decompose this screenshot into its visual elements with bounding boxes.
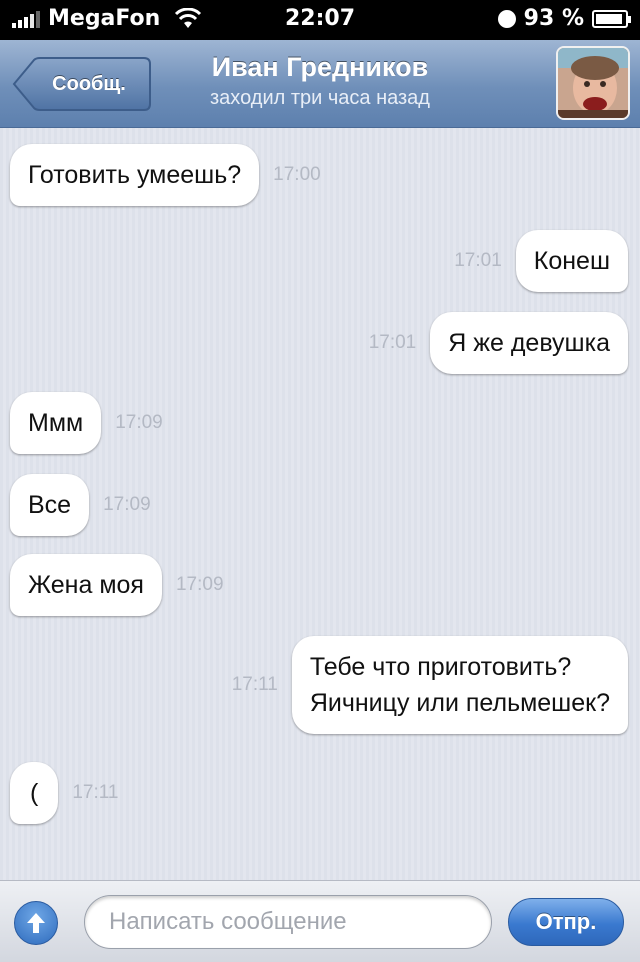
message-outgoing: Конеш 17:01 — [454, 230, 628, 292]
message-time: 17:09 — [103, 494, 151, 515]
message-outgoing: Я же девушка 17:01 — [369, 312, 628, 374]
message-bubble[interactable]: Ммм — [10, 392, 102, 454]
message-bubble[interactable]: Я же девушка — [430, 312, 628, 374]
input-bar: Написать сообщение Отпр. — [0, 880, 640, 962]
message-incoming: Ммм 17:09 — [10, 392, 163, 454]
rotation-lock-icon — [497, 9, 516, 28]
message-time: 17:01 — [368, 332, 417, 353]
message-incoming: ( 17:11 — [10, 762, 118, 824]
back-button-label: Сообщ. — [52, 72, 126, 95]
message-time: 17:01 — [454, 250, 502, 271]
avatar[interactable] — [556, 46, 630, 120]
battery-fill — [596, 13, 623, 24]
message-incoming: Все 17:09 — [10, 474, 151, 536]
message-time: 17:11 — [72, 782, 119, 803]
battery-percent: 93 % — [523, 6, 584, 31]
message-incoming: Жена моя 17:09 — [10, 554, 224, 616]
nav-bar: Сообщ. Иван Гредников заходил три часа н… — [0, 40, 640, 128]
message-time: 17:11 — [231, 674, 278, 695]
message-bubble[interactable]: Жена моя — [10, 554, 162, 616]
back-button[interactable]: Сообщ. — [12, 56, 152, 112]
message-incoming: Готовить умеешь? 17:00 — [10, 144, 321, 206]
message-bubble[interactable]: Тебе что приготовить? Яичницу или пельме… — [291, 636, 628, 734]
nav-title: Иван Гредников заходил три часа назад — [150, 52, 490, 110]
message-time: 17:09 — [175, 574, 224, 595]
status-bar: MegaFon 22:07 93 % — [0, 0, 640, 40]
message-bubble[interactable]: ( — [10, 762, 59, 824]
attach-button[interactable] — [14, 901, 58, 945]
message-bubble[interactable]: Конеш — [515, 230, 628, 292]
last-seen-status: заходил три часа назад — [210, 87, 430, 109]
avatar-image — [558, 48, 628, 118]
message-time: 17:00 — [273, 164, 321, 185]
message-time: 17:09 — [115, 412, 163, 433]
arrow-up-icon — [27, 913, 45, 933]
chat-area[interactable]: Готовить умеешь? 17:00 Конеш 17:01 Я же … — [0, 128, 640, 880]
message-outgoing: Тебе что приготовить? Яичницу или пельме… — [232, 636, 628, 734]
message-bubble[interactable]: Все — [10, 474, 90, 536]
message-input[interactable]: Написать сообщение — [84, 895, 492, 949]
status-right: 93 % — [497, 6, 631, 31]
send-button[interactable]: Отпр. — [508, 898, 624, 946]
battery-icon — [592, 9, 631, 28]
message-bubble[interactable]: Готовить умеешь? — [10, 144, 260, 206]
contact-name: Иван Гредников — [211, 52, 429, 82]
